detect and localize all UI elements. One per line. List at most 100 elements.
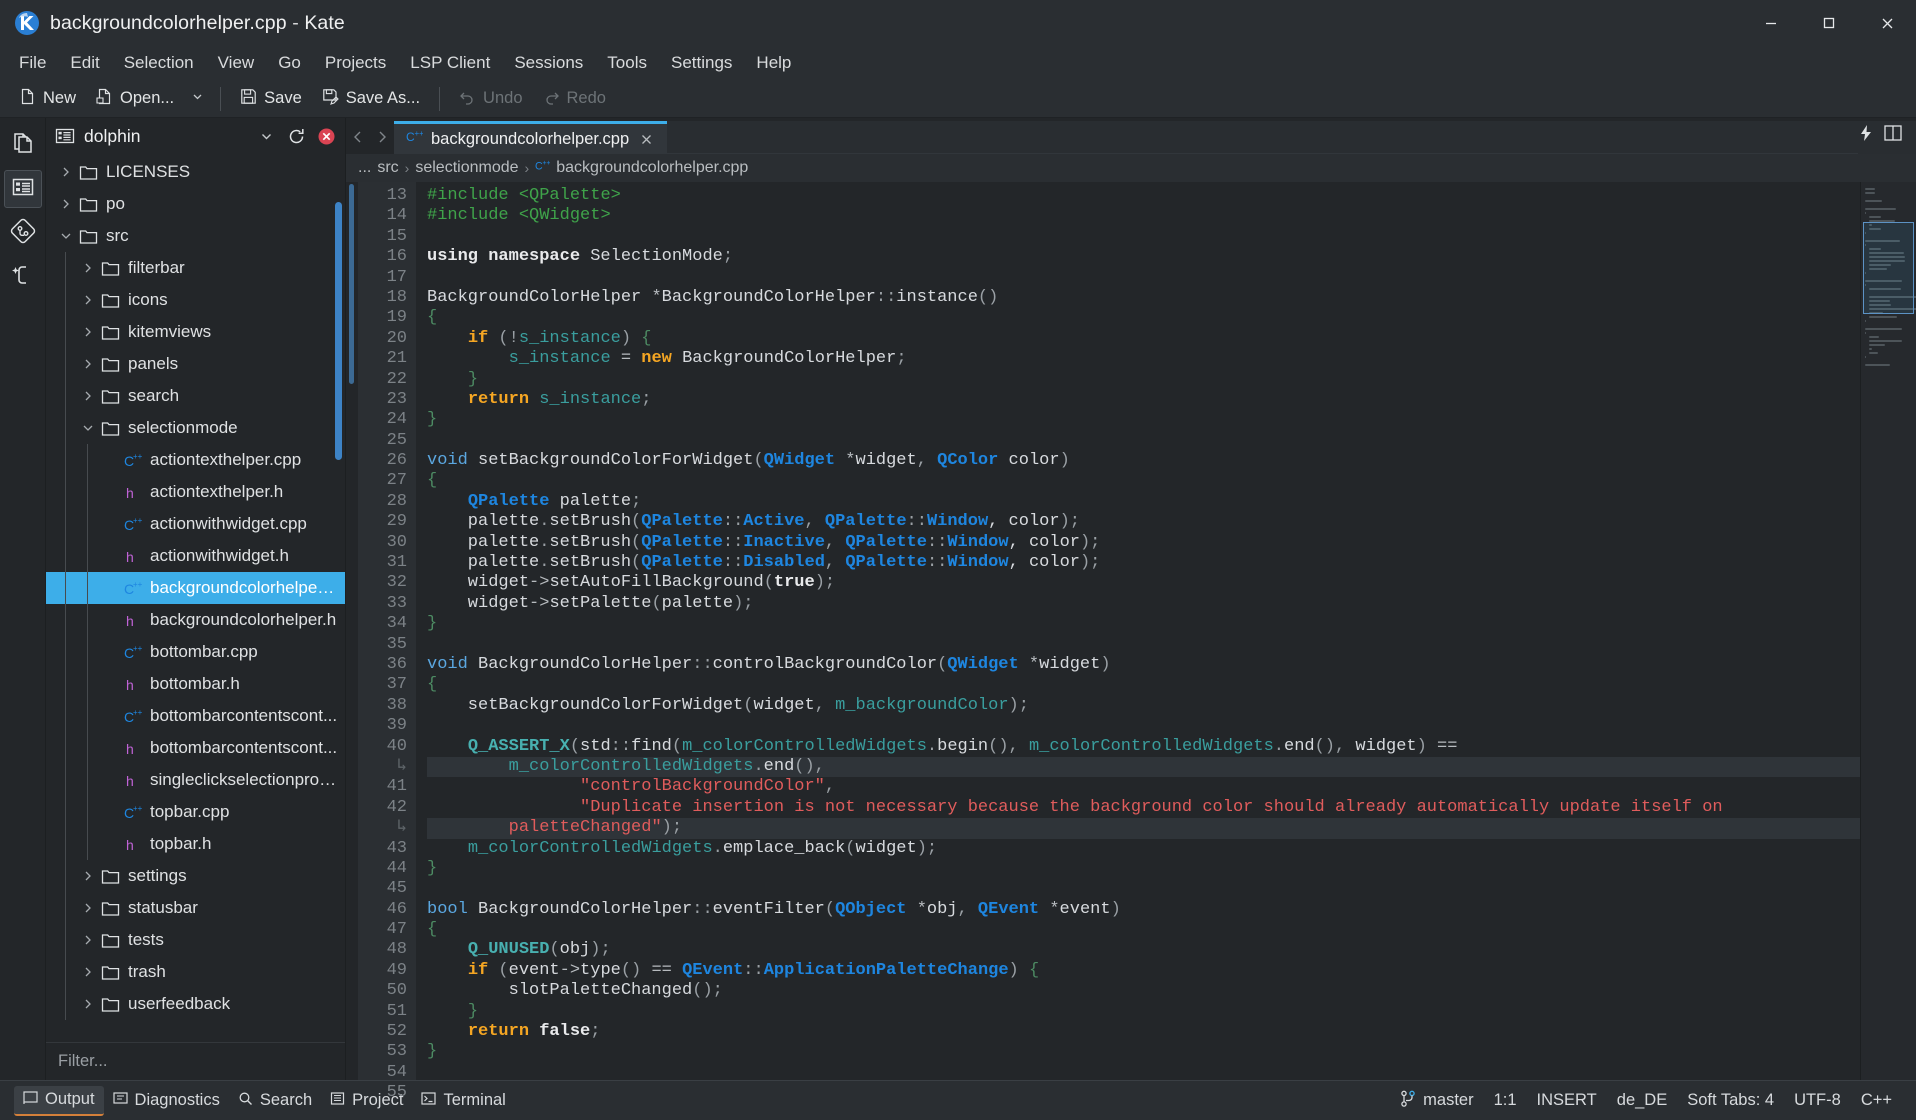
tree-item-selectionmode[interactable]: selectionmode (46, 412, 345, 444)
code-line[interactable]: } (427, 1002, 1916, 1022)
chevron-down-icon[interactable] (56, 230, 76, 242)
tree-item-actiontexthelper-cpp[interactable]: C++actiontexthelper.cpp (46, 444, 345, 476)
menu-lsp-client[interactable]: LSP Client (399, 49, 501, 77)
code-line[interactable]: widget->setAutoFillBackground(true); (427, 573, 1916, 593)
tree-item-bottombarcontentscont-[interactable]: hbottombarcontentscont... (46, 732, 345, 764)
new-button[interactable]: New (10, 84, 85, 114)
redo-button[interactable]: Redo (534, 84, 615, 114)
code-line[interactable]: palette.setBrush(QPalette::Disabled, QPa… (427, 553, 1916, 573)
tree-item-trash[interactable]: trash (46, 956, 345, 988)
menu-sessions[interactable]: Sessions (503, 49, 594, 77)
rail-button-git[interactable] (4, 214, 42, 252)
menu-tools[interactable]: Tools (596, 49, 658, 77)
filter-input[interactable]: Filter... (46, 1042, 345, 1080)
rail-button-projects[interactable] (4, 170, 42, 208)
tree-item-icons[interactable]: icons (46, 284, 345, 316)
code-line[interactable]: bool BackgroundColorHelper::eventFilter(… (427, 900, 1916, 920)
menu-projects[interactable]: Projects (314, 49, 397, 77)
chevron-right-icon[interactable] (78, 870, 98, 882)
tree-item-tests[interactable]: tests (46, 924, 345, 956)
code-line[interactable]: } (427, 859, 1916, 879)
tree-item-actionwithwidget-cpp[interactable]: C++actionwithwidget.cpp (46, 508, 345, 540)
code-line[interactable] (427, 268, 1916, 288)
close-button[interactable] (1858, 0, 1916, 46)
chevron-right-icon[interactable] (78, 966, 98, 978)
code-line[interactable]: void setBackgroundColorForWidget(QWidget… (427, 451, 1916, 471)
code-line[interactable]: using namespace SelectionMode; (427, 247, 1916, 267)
code-line[interactable] (427, 227, 1916, 247)
status-locale[interactable]: de_DE (1607, 1087, 1677, 1114)
chevron-right-icon[interactable] (56, 166, 76, 178)
open-button[interactable]: Open... (87, 84, 183, 114)
minimap[interactable] (1860, 182, 1916, 1080)
status-branch[interactable]: master (1390, 1086, 1483, 1116)
status-input-mode[interactable]: INSERT (1527, 1087, 1607, 1114)
nav-back-button[interactable] (346, 120, 370, 154)
tree-item-actionwithwidget-h[interactable]: hactionwithwidget.h (46, 540, 345, 572)
code-line[interactable]: s_instance = new BackgroundColorHelper; (427, 349, 1916, 369)
tree-item-licenses[interactable]: LICENSES (46, 156, 345, 188)
reload-icon[interactable] (285, 125, 307, 147)
project-dropdown-button[interactable] (255, 125, 277, 147)
breadcrumb-ellipsis[interactable]: ... (358, 159, 371, 177)
tree-item-topbar-cpp[interactable]: C++topbar.cpp (46, 796, 345, 828)
tree-item-actiontexthelper-h[interactable]: hactiontexthelper.h (46, 476, 345, 508)
tree-item-bottombarcontentscont-[interactable]: C++bottombarcontentscont... (46, 700, 345, 732)
code-line[interactable]: m_colorControlledWidgets.end(), (427, 757, 1916, 777)
undo-button[interactable]: Undo (450, 84, 531, 114)
save-button[interactable]: Save (231, 84, 311, 114)
code-line[interactable]: "controlBackgroundColor", (427, 777, 1916, 797)
code-line[interactable]: palette.setBrush(QPalette::Inactive, QPa… (427, 533, 1916, 553)
tree-item-panels[interactable]: panels (46, 348, 345, 380)
split-view-icon[interactable] (1884, 124, 1902, 147)
rail-button-documents[interactable] (4, 126, 42, 164)
menu-file[interactable]: File (8, 49, 57, 77)
close-icon[interactable] (637, 130, 656, 149)
chevron-right-icon[interactable] (78, 326, 98, 338)
code-line[interactable]: { (427, 308, 1916, 328)
lightning-bolt-icon[interactable] (1858, 124, 1874, 147)
tree-item-search[interactable]: search (46, 380, 345, 412)
code-line[interactable] (427, 716, 1916, 736)
chevron-right-icon[interactable] (56, 198, 76, 210)
status-tool-terminal[interactable]: Terminal (412, 1087, 514, 1115)
menu-edit[interactable]: Edit (59, 49, 110, 77)
code-line[interactable]: } (427, 370, 1916, 390)
code-line[interactable] (427, 879, 1916, 899)
tab-backgroundcolorhelper-cpp[interactable]: C ++ backgroundcolorhelper.cpp (394, 121, 667, 154)
code-line[interactable]: "Duplicate insertion is not necessary be… (427, 798, 1916, 818)
chevron-down-icon[interactable] (78, 422, 98, 434)
tree-item-settings[interactable]: settings (46, 860, 345, 892)
code-line[interactable]: { (427, 675, 1916, 695)
menu-go[interactable]: Go (267, 49, 312, 77)
chevron-right-icon[interactable] (78, 262, 98, 274)
tree-item-po[interactable]: po (46, 188, 345, 220)
chevron-right-icon[interactable] (78, 934, 98, 946)
status-highlight-mode[interactable]: C++ (1851, 1087, 1902, 1114)
menu-settings[interactable]: Settings (660, 49, 743, 77)
code-line[interactable]: #include <QPalette> (427, 186, 1916, 206)
menu-selection[interactable]: Selection (113, 49, 205, 77)
tree-item-src[interactable]: src (46, 220, 345, 252)
tree-item-statusbar[interactable]: statusbar (46, 892, 345, 924)
code-line[interactable]: setBackgroundColorForWidget(widget, m_ba… (427, 696, 1916, 716)
code-line[interactable]: m_colorControlledWidgets.emplace_back(wi… (427, 839, 1916, 859)
maximize-button[interactable] (1800, 0, 1858, 46)
tree-item-kitemviews[interactable]: kitemviews (46, 316, 345, 348)
breadcrumb-item-file[interactable]: C ++ backgroundcolorhelper.cpp (535, 158, 748, 178)
chevron-right-icon[interactable] (78, 902, 98, 914)
close-circle-icon[interactable] (315, 125, 337, 147)
code-line[interactable]: palette.setBrush(QPalette::Active, QPale… (427, 512, 1916, 532)
code-line[interactable]: Q_UNUSED(obj); (427, 940, 1916, 960)
sidebar-scrollbar[interactable] (335, 202, 342, 460)
menu-help[interactable]: Help (745, 49, 802, 77)
minimap-viewport[interactable] (1863, 222, 1914, 314)
code-line[interactable]: #include <QWidget> (427, 206, 1916, 226)
code-line[interactable]: return false; (427, 1022, 1916, 1042)
tree-item-singleclickselectionproxy-[interactable]: hsingleclickselectionproxy... (46, 764, 345, 796)
menu-view[interactable]: View (207, 49, 266, 77)
code-line[interactable]: return s_instance; (427, 390, 1916, 410)
code-line[interactable]: } (427, 410, 1916, 430)
status-cursor-position[interactable]: 1:1 (1484, 1087, 1527, 1114)
code-line[interactable]: QPalette palette; (427, 492, 1916, 512)
